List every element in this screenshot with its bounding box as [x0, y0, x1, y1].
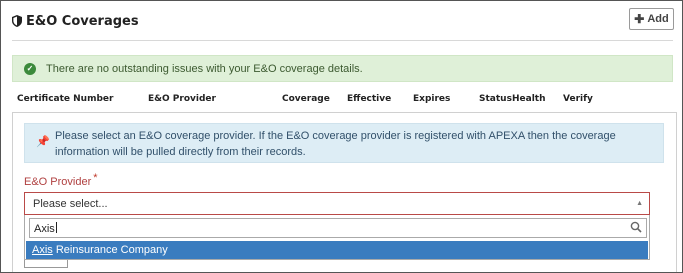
text-cursor [55, 222, 57, 233]
column-effective: Effective [347, 94, 392, 104]
column-status: Status [479, 94, 512, 104]
provider-dropdown: Axis Axis Reinsurance Company [24, 215, 650, 260]
provider-option-axis-reinsurance[interactable]: Axis Reinsurance Company [26, 241, 648, 259]
required-indicator: * [93, 172, 98, 184]
plus-icon: ✚ [634, 12, 645, 26]
option-rest-text: Reinsurance Company [52, 244, 168, 256]
coverage-table-header: Certificate Number E&O Provider Coverage… [0, 94, 683, 108]
provider-label-text: E&O Provider [24, 176, 92, 188]
option-match-text: Axis [32, 244, 53, 256]
header-divider [12, 40, 673, 41]
success-alert-text: There are no outstanding issues with you… [46, 62, 363, 75]
column-verify: Verify [563, 94, 593, 104]
shield-icon [12, 15, 22, 27]
column-eo-provider: E&O Provider [148, 94, 216, 104]
column-expires: Expires [413, 94, 451, 104]
caret-up-icon: ▲ [636, 200, 643, 207]
provider-search-input[interactable]: Axis [29, 218, 647, 238]
info-alert: 📌 Please select an E&O coverage provider… [24, 123, 664, 163]
provider-search-value: Axis [34, 223, 55, 235]
info-alert-text: Please select an E&O coverage provider. … [55, 130, 616, 158]
provider-field-label: E&O Provider * [24, 172, 98, 188]
page-title: E&O Coverages [26, 13, 139, 29]
column-health: Health [512, 94, 546, 104]
pushpin-icon: 📌 [36, 136, 50, 148]
add-button[interactable]: ✚ Add [629, 8, 674, 30]
column-certificate-number: Certificate Number [17, 94, 114, 104]
success-alert: ✓ There are no outstanding issues with y… [12, 55, 673, 82]
hidden-button-edge [24, 260, 68, 268]
search-icon [630, 221, 642, 233]
add-button-label: Add [647, 13, 669, 25]
check-circle-icon: ✓ [24, 62, 36, 75]
provider-select-placeholder: Please select... [33, 198, 108, 210]
provider-select[interactable]: Please select... ▲ [24, 192, 650, 215]
column-coverage: Coverage [282, 94, 330, 104]
panel-header: E&O Coverages [12, 10, 139, 32]
